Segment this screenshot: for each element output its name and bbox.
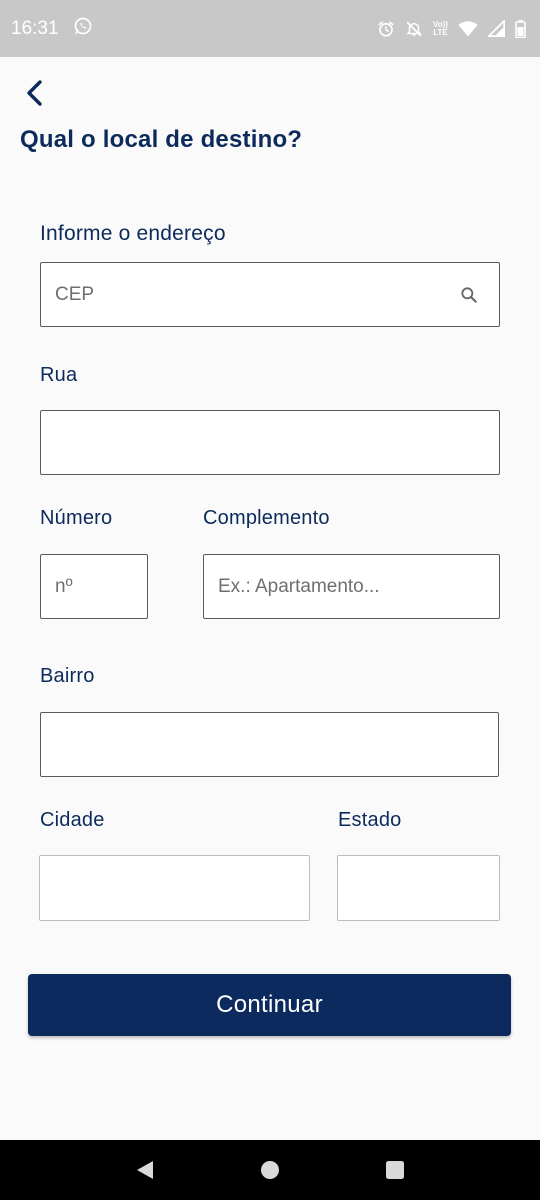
volte-bottom: LTE bbox=[433, 27, 448, 37]
rua-label: Rua bbox=[40, 364, 78, 386]
rua-input[interactable] bbox=[40, 410, 500, 475]
page-title: Qual o local de destino? bbox=[20, 126, 303, 153]
circle-home-icon bbox=[260, 1161, 279, 1179]
back-button[interactable] bbox=[18, 76, 52, 110]
numero-input[interactable] bbox=[40, 554, 148, 619]
screen: 16:31 Vo)) LTE Qual o local de destino? … bbox=[0, 0, 540, 1200]
alarm-icon bbox=[377, 20, 395, 38]
complemento-input[interactable] bbox=[203, 554, 500, 619]
cidade-input[interactable] bbox=[39, 855, 310, 921]
cidade-label: Cidade bbox=[40, 809, 105, 831]
wifi-icon bbox=[458, 20, 478, 38]
navigation-bar bbox=[0, 1140, 540, 1200]
volte-icon: Vo)) LTE bbox=[433, 20, 448, 37]
estado-label: Estado bbox=[338, 809, 402, 831]
triangle-back-icon bbox=[136, 1161, 153, 1179]
status-bar: 16:31 Vo)) LTE bbox=[0, 0, 540, 57]
numero-label: Número bbox=[40, 507, 113, 529]
status-left: 16:31 bbox=[11, 16, 93, 41]
whatsapp-icon bbox=[73, 16, 93, 41]
address-label: Informe o endereço bbox=[40, 222, 226, 245]
bairro-input[interactable] bbox=[40, 712, 499, 777]
square-recents-icon bbox=[386, 1161, 405, 1179]
nav-recents-button[interactable] bbox=[375, 1150, 415, 1190]
nav-back-button[interactable] bbox=[125, 1150, 165, 1190]
estado-input[interactable] bbox=[337, 855, 500, 921]
nav-home-button[interactable] bbox=[250, 1150, 290, 1190]
signal-icon bbox=[488, 20, 505, 37]
bairro-label: Bairro bbox=[40, 665, 95, 687]
mute-icon bbox=[405, 20, 423, 38]
status-right: Vo)) LTE bbox=[377, 19, 526, 38]
status-time: 16:31 bbox=[11, 17, 59, 39]
cep-input[interactable] bbox=[40, 262, 500, 327]
chevron-left-icon bbox=[27, 80, 42, 106]
battery-icon bbox=[515, 19, 526, 38]
complemento-label: Complemento bbox=[203, 507, 330, 529]
continue-button[interactable]: Continuar bbox=[28, 974, 511, 1036]
